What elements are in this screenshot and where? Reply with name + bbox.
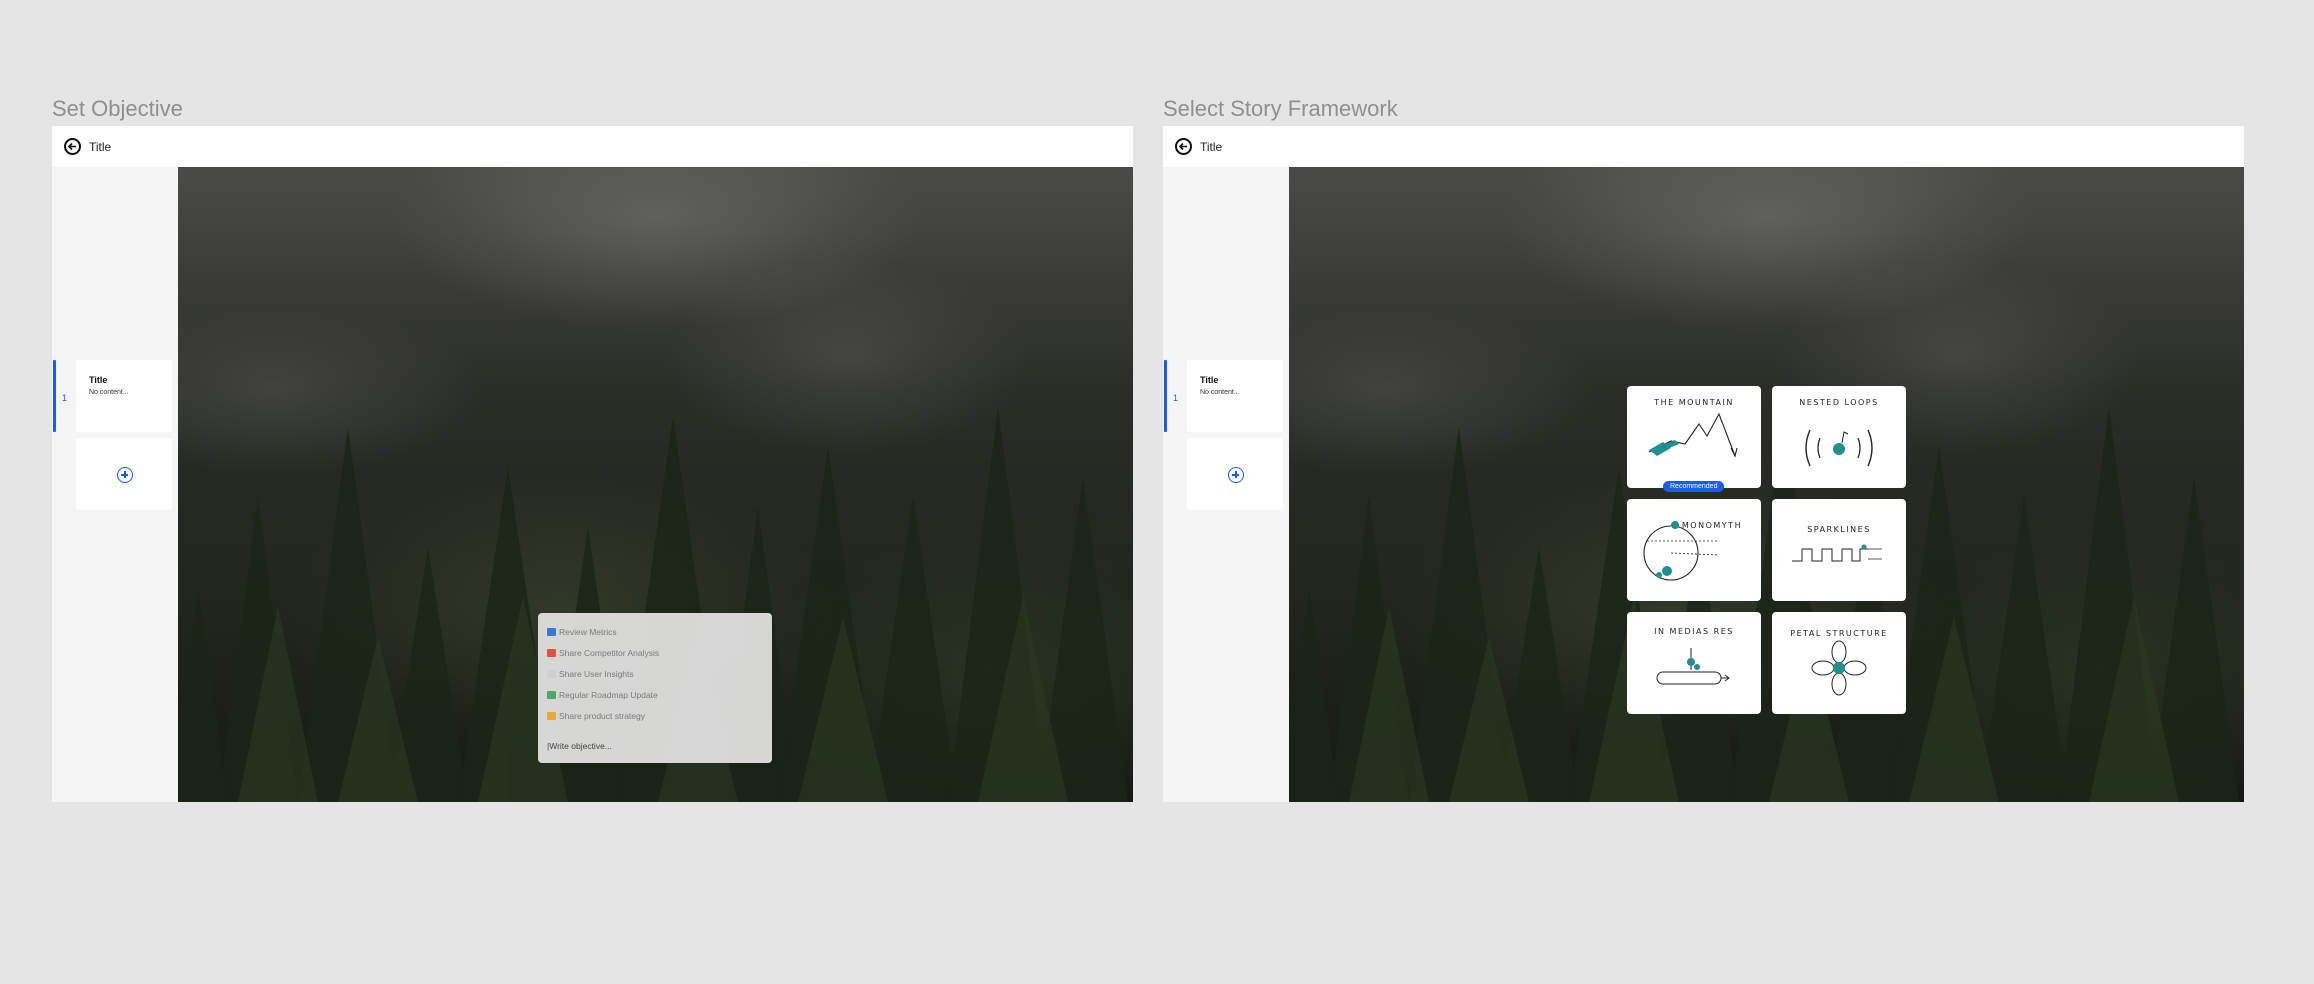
objective-option-label: Regular Roadmap Update — [559, 689, 658, 700]
back-arrow-icon[interactable] — [1175, 138, 1192, 155]
bar-chart-icon — [547, 627, 556, 636]
folder-icon — [547, 711, 556, 720]
sparklines-illustration — [1792, 544, 1882, 562]
framework-card-nested-loops[interactable]: NESTED LOOPS — [1772, 386, 1906, 488]
write-objective-input[interactable]: |Write objective... — [547, 741, 612, 751]
framework-card-in-medias-res[interactable]: IN MEDIAS RES — [1627, 612, 1761, 714]
set-objective-heading: Set Objective — [52, 96, 183, 121]
objective-option-label: Review Metrics — [559, 626, 617, 637]
monomyth-illustration — [1643, 521, 1720, 581]
framework-card-sparklines[interactable]: SPARKLINES — [1772, 499, 1906, 601]
framework-card-the-mountain[interactable]: THE MOUNTAIN — [1627, 386, 1761, 488]
in-medias-res-illustration — [1656, 648, 1730, 685]
slide-title: Title — [1200, 375, 1219, 385]
objective-option-product-strategy[interactable]: Share product strategy — [547, 705, 763, 726]
objective-option-roadmap-update[interactable]: Regular Roadmap Update — [547, 684, 763, 705]
plus-circle-icon — [117, 467, 133, 483]
calendar-icon — [547, 648, 556, 657]
select-framework-frame: Title 1 Title No content... THE MOUNTAIN… — [1163, 126, 2244, 802]
add-slide-button[interactable] — [76, 438, 172, 510]
objective-menu: Review Metrics Share Competitor Analysis… — [538, 613, 772, 763]
top-bar: Title — [52, 126, 1133, 167]
objective-option-label: Share Competitor Analysis — [559, 647, 660, 658]
slide-sidebar: 1 Title No content... — [1163, 167, 1289, 802]
slide-sidebar: 1 Title No content... — [52, 167, 178, 802]
slide-title: Title — [89, 375, 108, 385]
mountain-illustration — [1648, 412, 1738, 458]
slide-number: 1 — [62, 393, 68, 403]
slide-thumbnail[interactable]: Title No content... — [1187, 360, 1283, 432]
framework-card-monomyth[interactable]: MONOMYTH — [1627, 499, 1761, 601]
plus-circle-icon — [1228, 467, 1244, 483]
objective-option-label: Share User Insights — [559, 668, 634, 679]
add-slide-button[interactable] — [1187, 438, 1283, 510]
speech-bubble-icon — [547, 669, 556, 678]
forest-background-image — [1289, 407, 2239, 802]
map-icon — [547, 690, 556, 699]
recommended-badge: Recommended — [1663, 481, 1725, 492]
slide-thumbnail[interactable]: Title No content... — [76, 360, 172, 432]
back-arrow-icon[interactable] — [64, 138, 81, 155]
slide-subtitle: No content... — [89, 389, 129, 396]
presentation-title[interactable]: Title — [1200, 140, 1222, 154]
slide-canvas[interactable]: THE MOUNTAIN Recommended NESTED LOOPS MO… — [1289, 167, 2244, 802]
framework-card-petal-structure[interactable]: PETAL STRUCTURE — [1772, 612, 1906, 714]
active-slide-indicator — [1164, 360, 1167, 432]
slide-number: 1 — [1173, 393, 1179, 403]
objective-option-competitor-analysis[interactable]: Share Competitor Analysis — [547, 642, 763, 663]
slide-subtitle: No content... — [1200, 389, 1240, 396]
objective-option-review-metrics[interactable]: Review Metrics — [547, 621, 763, 642]
active-slide-indicator — [53, 360, 56, 432]
top-bar: Title — [1163, 126, 2244, 167]
objective-option-label: Share product strategy — [559, 710, 645, 721]
nested-loops-illustration — [1805, 429, 1873, 467]
objective-option-user-insights[interactable]: Share User Insights — [547, 663, 763, 684]
presentation-title[interactable]: Title — [89, 140, 111, 154]
petal-structure-illustration — [1811, 640, 1867, 696]
select-story-framework-heading: Select Story Framework — [1163, 96, 1398, 121]
